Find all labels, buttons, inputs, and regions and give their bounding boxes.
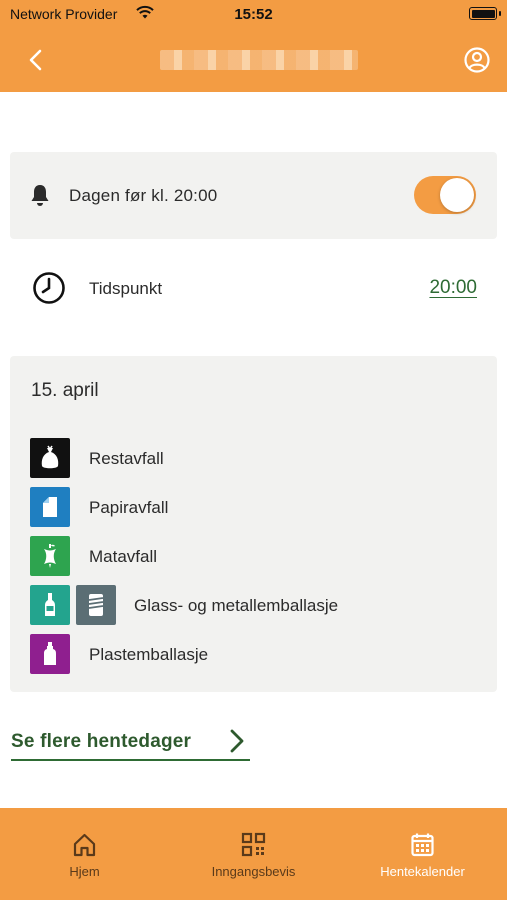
time-setting-value[interactable]: 20:00 — [429, 277, 477, 299]
paper-icon — [30, 487, 70, 527]
waste-label: Glass- og metallemballasje — [134, 596, 339, 615]
toggle-knob — [440, 178, 474, 212]
status-bar: Network Provider 15:52 — [0, 0, 507, 28]
home-icon — [73, 833, 96, 857]
chevron-left-icon[interactable] — [22, 46, 50, 74]
time-setting-label: Tidspunkt — [89, 279, 163, 298]
calendar-icon — [411, 833, 434, 857]
tab-hjem[interactable]: Hjem — [0, 832, 169, 892]
chevron-right-icon — [230, 729, 244, 753]
notification-label: Dagen før kl. 20:00 — [69, 186, 218, 205]
battery-icon — [469, 7, 501, 20]
more-link-label: Se flere hentedager — [11, 731, 192, 752]
nav-bar — [0, 28, 507, 92]
tab-inngangsbevis[interactable]: Inngangsbevis — [169, 832, 338, 892]
trash-bag-icon — [30, 438, 70, 478]
tab-hentekalender[interactable]: Hentekalender — [338, 832, 507, 892]
waste-item-restavfall: Restavfall — [30, 438, 480, 478]
qr-code-icon — [241, 832, 266, 857]
tab-bar: Hjem Inngangsbevis Hentekalender — [0, 808, 507, 900]
waste-label: Matavfall — [89, 547, 158, 566]
waste-item-papiravfall: Papiravfall — [30, 487, 480, 527]
time-setting-row: Tidspunkt 20:00 — [10, 239, 497, 339]
page-title-redacted — [160, 50, 358, 70]
notification-toggle[interactable] — [414, 176, 476, 214]
tab-label: Hentekalender — [380, 864, 465, 879]
notification-card: Dagen før kl. 20:00 — [10, 152, 497, 239]
tab-label: Hjem — [69, 864, 100, 879]
user-circle-icon[interactable] — [463, 46, 491, 74]
tab-label: Inngangsbevis — [211, 864, 296, 879]
more-pickup-days-link[interactable]: Se flere hentedager — [11, 727, 250, 761]
metal-can-icon — [76, 585, 116, 625]
waste-label: Papiravfall — [89, 498, 169, 517]
waste-item-matavfall: Matavfall — [30, 536, 480, 576]
apple-core-icon — [30, 536, 70, 576]
plastic-bottle-icon — [30, 634, 70, 674]
glass-bottle-icon — [30, 585, 70, 625]
pickup-card: 15. april Restavfall Papiravfall Matavfa… — [10, 356, 497, 692]
waste-item-plastemballasje: Plastemballasje — [30, 634, 480, 674]
status-time: 15:52 — [234, 6, 273, 23]
waste-label: Plastemballasje — [89, 645, 209, 664]
pickup-date: 15. april — [31, 380, 99, 401]
clock-icon — [33, 272, 65, 304]
waste-item-glass-metall: Glass- og metallemballasje — [30, 585, 480, 625]
waste-label: Restavfall — [89, 449, 164, 468]
bell-icon — [31, 185, 49, 206]
